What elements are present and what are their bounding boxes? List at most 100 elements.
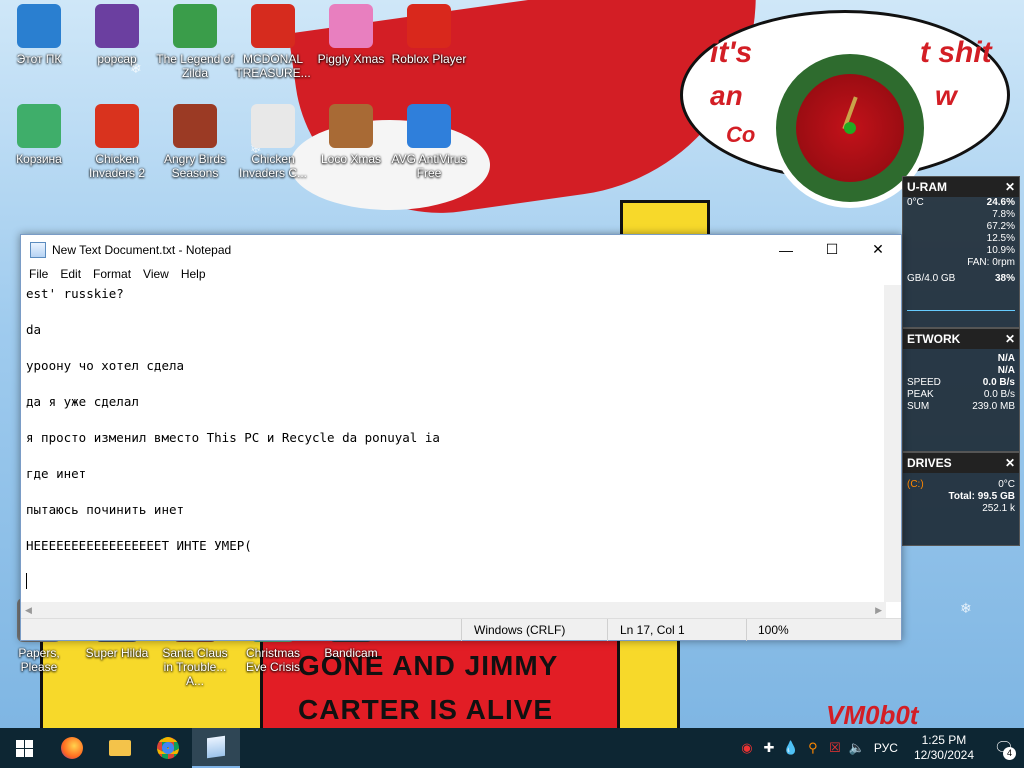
core-row: 67.2% — [903, 221, 1019, 233]
speed-label: SPEED — [907, 377, 941, 388]
notepad-text-area[interactable]: est' russkie? da уроону чо хотел сдела д… — [24, 285, 886, 599]
vertical-scrollbar[interactable] — [884, 285, 901, 602]
drive-used-row: 252.1 k — [903, 503, 1019, 515]
gadget-close-icon[interactable]: ✕ — [1005, 180, 1015, 194]
system-tray: ◉ ✚ 💧 ⚲ ☒ 🔈 РУС 1:25 PM 12/30/2024 🗨 4 — [736, 728, 1024, 768]
status-encoding: Windows (CRLF) — [474, 623, 566, 637]
close-button[interactable]: ✕ — [855, 235, 901, 264]
notepad-window[interactable]: New Text Document.txt - Notepad — ☐ ✕ Fi… — [20, 234, 902, 641]
core-row: 10.9% — [903, 245, 1019, 257]
speed-value: 0.0 B/s — [982, 377, 1015, 388]
menu-file[interactable]: File — [23, 267, 54, 281]
desktop-icon-label: Roblox Player — [391, 52, 467, 66]
maximize-button[interactable]: ☐ — [809, 235, 855, 264]
tray-network-icon[interactable]: ☒ — [824, 740, 846, 756]
taskbar: ◉ ✚ 💧 ⚲ ☒ 🔈 РУС 1:25 PM 12/30/2024 🗨 4 — [0, 728, 1024, 768]
core-row: 7.8% — [903, 209, 1019, 221]
action-center-button[interactable]: 🗨 4 — [984, 728, 1024, 768]
memory-graph — [907, 291, 1015, 311]
desktop-icon-label: Chicken Invaders 2 — [88, 152, 146, 180]
volume-icon[interactable]: 🔈 — [846, 740, 868, 756]
drives-gadget-title: DRIVES — [907, 456, 952, 470]
notepad-taskbar-button[interactable] — [192, 728, 240, 768]
notification-count: 4 — [1003, 747, 1016, 760]
status-position: Ln 17, Col 1 — [620, 623, 685, 637]
scroll-left-icon[interactable]: ◀ — [25, 605, 32, 616]
desktop-icon[interactable]: Chicken Invaders C... — [234, 104, 312, 180]
cpu-row: 0°C 24.6% — [903, 197, 1019, 209]
menu-help[interactable]: Help — [175, 267, 212, 281]
notepad-menubar: File Edit Format View Help — [21, 264, 901, 284]
core3: 12.5% — [986, 233, 1015, 244]
clock-face — [796, 74, 904, 182]
core2: 67.2% — [986, 221, 1015, 232]
avg-antivirus-icon — [407, 104, 451, 148]
network-speed-row: SPEED 0.0 B/s — [903, 377, 1019, 389]
desktop-icon[interactable]: AVG AntiVirus Free — [390, 104, 468, 180]
mcdonalds-game-icon — [251, 4, 295, 48]
desktop-icon-label: The Legend of Zilda — [156, 52, 234, 80]
menu-edit[interactable]: Edit — [54, 267, 87, 281]
drive-temp: 0°C — [998, 479, 1015, 490]
tray-search-icon[interactable]: ⚲ — [802, 740, 824, 756]
desktop-icon-label: Angry Birds Seasons — [163, 152, 227, 180]
firefox-icon — [61, 737, 83, 759]
network-gadget[interactable]: ETWORK ✕ N/A N/A SPEED 0.0 B/s PEAK 0.0 B/s… — [902, 328, 1020, 452]
tray-hidden-icon[interactable]: ✚ — [758, 740, 780, 756]
desktop-icon[interactable]: Этот ПК — [0, 4, 78, 66]
text-line-3: уроону чо хотел сдела — [26, 358, 185, 373]
desktop-icon[interactable]: Piggly Xmas — [312, 4, 390, 66]
text-line-2: da — [26, 322, 42, 337]
desktop-icon[interactable]: Loco Xmas — [312, 104, 390, 166]
clock-date: 12/30/2024 — [913, 748, 974, 762]
drive-used: 252.1 k — [982, 503, 1015, 514]
desktop-icon-label: AVG AntiVirus Free — [391, 152, 467, 180]
scroll-right-icon[interactable]: ▶ — [875, 605, 882, 616]
popcap-icon — [95, 4, 139, 48]
folder-icon — [109, 740, 131, 756]
start-button[interactable] — [0, 728, 48, 768]
desktop-icon[interactable]: Roblox Player — [390, 4, 468, 66]
drives-gadget[interactable]: DRIVES ✕ (C:) 0°C Total: 99.5 GB 252.1 k — [902, 452, 1020, 546]
chicken-invaders-icon — [251, 104, 295, 148]
minimize-button[interactable]: — — [763, 235, 809, 264]
notepad-title: New Text Document.txt - Notepad — [52, 242, 232, 257]
drives-gadget-header: DRIVES ✕ — [903, 453, 1019, 473]
fan-speed: FAN: 0rpm — [967, 257, 1015, 268]
desktop-icon[interactable]: Angry Birds Seasons — [156, 104, 234, 180]
desktop-icon[interactable]: Chicken Invaders 2 — [78, 104, 156, 180]
windows-logo-icon — [15, 739, 33, 757]
ram-gadget[interactable]: U-RAM ✕ 0°C 24.6% 7.8% 67.2% 12.5% 10.9% F… — [902, 176, 1020, 328]
desktop-icon[interactable]: Корзина — [0, 104, 78, 166]
desktop-icon-label: Корзина — [16, 152, 62, 166]
notepad-titlebar[interactable]: New Text Document.txt - Notepad — ☐ ✕ — [21, 235, 901, 264]
fan-row: FAN: 0rpm — [903, 257, 1019, 269]
menu-view[interactable]: View — [137, 267, 175, 281]
desktop-icon-label: Santa Claus in Trouble... A... — [162, 646, 228, 688]
horizontal-scrollbar[interactable]: ◀ ▶ — [21, 602, 886, 619]
network-gadget-header: ETWORK ✕ — [903, 329, 1019, 349]
bubble-text-4: w — [935, 80, 957, 111]
notepad-icon — [207, 735, 225, 759]
network-gadget-title: ETWORK — [907, 332, 961, 346]
chrome-taskbar-button[interactable] — [144, 728, 192, 768]
gadget-close-icon[interactable]: ✕ — [1005, 456, 1015, 470]
bubble-text-5: Co — [726, 122, 756, 147]
tray-app-icon[interactable]: ◉ — [736, 740, 758, 756]
chrome-icon — [157, 737, 179, 759]
firefox-taskbar-button[interactable] — [48, 728, 96, 768]
taskbar-clock[interactable]: 1:25 PM 12/30/2024 — [904, 733, 984, 763]
notepad-statusbar: Windows (CRLF) Ln 17, Col 1 100% — [21, 618, 901, 641]
computer-icon — [17, 4, 61, 48]
desktop-icon[interactable]: The Legend of Zilda — [156, 4, 234, 80]
clock-time: 1:25 PM — [921, 733, 967, 747]
gadget-close-icon[interactable]: ✕ — [1005, 332, 1015, 346]
zelda-game-icon — [173, 4, 217, 48]
text-line-8: НЕЕЕЕЕЕЕЕЕЕЕЕЕЕЕЕЕТ ИНТЕ УМЕР( — [26, 538, 252, 553]
menu-format[interactable]: Format — [87, 267, 137, 281]
desktop-icon[interactable]: MCDONAL TREASURE... — [234, 4, 312, 80]
language-indicator[interactable]: РУС — [868, 741, 904, 755]
file-explorer-taskbar-button[interactable] — [96, 728, 144, 768]
tray-drop-icon[interactable]: 💧 — [780, 740, 802, 756]
desktop-icon[interactable]: popcap — [78, 4, 156, 66]
